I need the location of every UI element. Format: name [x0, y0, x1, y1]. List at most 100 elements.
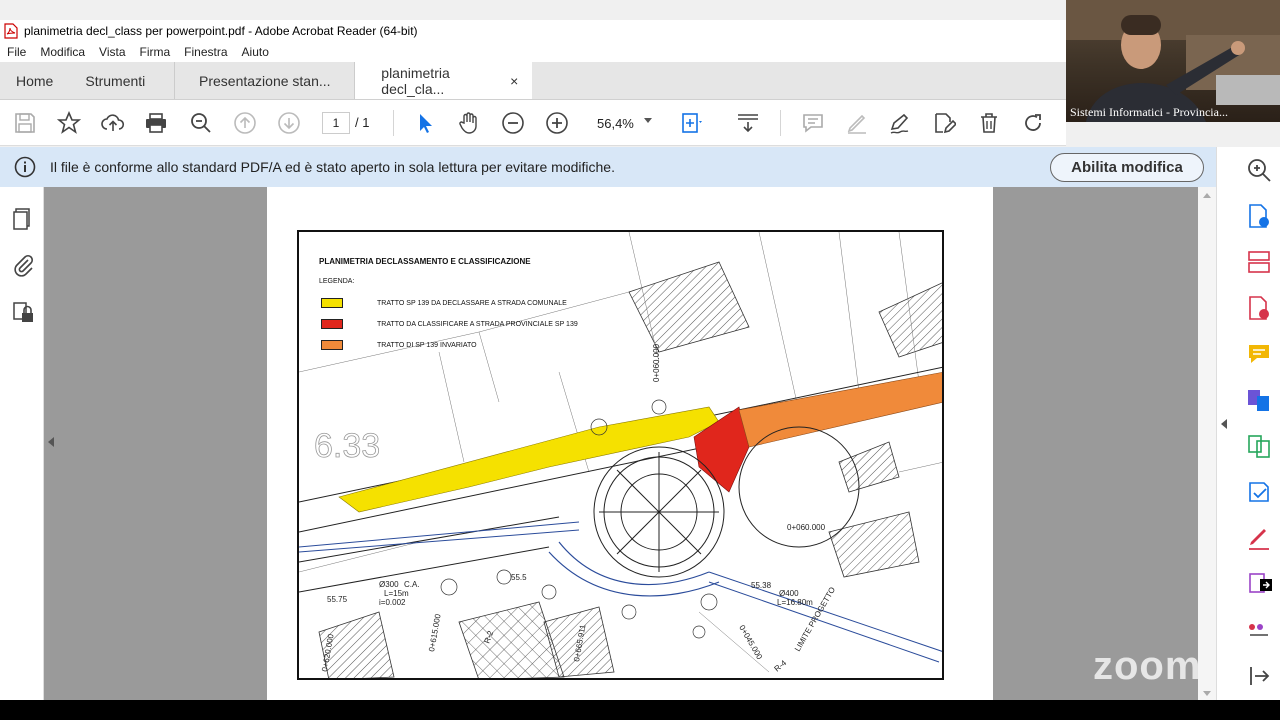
print-icon[interactable]	[144, 111, 168, 135]
organize-pages-icon[interactable]	[1246, 249, 1272, 275]
compare-files-icon[interactable]	[1246, 433, 1272, 459]
scan-ocr-icon[interactable]	[1246, 479, 1272, 505]
legend-swatch-yellow	[321, 298, 343, 308]
map-label: Ø400	[779, 589, 799, 598]
collapse-right-panel-icon[interactable]	[1221, 419, 1227, 429]
map-label: L=15m	[384, 589, 409, 598]
upload-cloud-icon[interactable]	[101, 111, 125, 135]
combine-files-icon[interactable]	[1246, 387, 1272, 413]
webcam-participant-label: Sistemi Informatici - Provincia...	[1070, 105, 1228, 119]
map-label: 0+615.000	[427, 613, 443, 653]
map-label: 0+045.000	[737, 624, 764, 662]
scroll-down-icon[interactable]	[1203, 691, 1211, 696]
zoom-search-icon[interactable]	[189, 111, 213, 135]
map-label: LIMITE PROGETTO	[793, 585, 837, 653]
vertical-scrollbar[interactable]	[1198, 187, 1216, 700]
export-pdf-icon[interactable]	[1246, 203, 1272, 229]
tab-presentazione-label: Presentazione stan...	[199, 72, 331, 89]
title-bar: planimetria decl_class per powerpoint.pd…	[0, 20, 1066, 42]
menu-vista[interactable]: Vista	[99, 45, 125, 59]
highlight-pen-icon[interactable]	[845, 111, 869, 135]
legend-orange-segment	[738, 372, 942, 448]
menu-aiuto[interactable]: Aiuto	[242, 45, 269, 59]
next-page-icon[interactable]	[277, 111, 301, 135]
menu-file[interactable]: File	[7, 45, 26, 59]
menu-modifica[interactable]: Modifica	[40, 45, 85, 59]
webcam-video-feed: Sistemi Informatici - Provincia...	[1066, 0, 1280, 122]
map-label: Ø300	[379, 580, 399, 589]
map-label: 0+060.000	[652, 343, 661, 382]
toolbar-separator	[393, 110, 394, 136]
map-label: C.A.	[404, 580, 420, 589]
tab-presentazione[interactable]: Presentazione stan...	[174, 62, 354, 99]
map-label: i=0.002	[379, 598, 406, 607]
menu-firma[interactable]: Firma	[140, 45, 171, 59]
fill-sign-icon[interactable]	[1246, 525, 1272, 551]
pdf-file-icon	[4, 23, 18, 39]
hand-pan-icon[interactable]	[457, 111, 481, 135]
security-lock-icon[interactable]	[11, 301, 35, 325]
draw-sign-icon[interactable]	[888, 111, 912, 135]
building-hatch	[878, 282, 942, 358]
pdf-page: 6.33 55.75 55.5 55.38 0+060.000 C.A. Ø30…	[267, 187, 993, 700]
redo-icon[interactable]	[1021, 111, 1045, 135]
search-zoom-icon[interactable]	[1246, 157, 1272, 183]
map-label: 55.38	[751, 581, 772, 590]
tab-planimetria[interactable]: planimetria decl_cla... ×	[354, 62, 533, 99]
map-labels: 55.75 55.5 55.38 0+060.000 C.A. Ø300 L=1…	[320, 343, 837, 673]
building-hatch	[628, 261, 750, 353]
scroll-up-icon[interactable]	[1203, 193, 1211, 198]
toolbar: 1 / 1 56,4%	[0, 100, 1066, 146]
project-curves	[548, 541, 720, 597]
zoom-in-icon[interactable]	[545, 111, 569, 135]
window-title: planimetria decl_class per powerpoint.pd…	[24, 24, 418, 38]
building-crosshatch	[458, 601, 565, 678]
map-label: 0+060.000	[787, 523, 826, 532]
comment-tool-icon[interactable]	[1246, 341, 1272, 367]
attachment-paperclip-icon[interactable]	[11, 253, 35, 277]
save-icon[interactable]	[13, 111, 37, 135]
info-icon	[14, 156, 36, 178]
zoom-level-select[interactable]: 56,4%	[586, 111, 660, 135]
scroll-mode-icon[interactable]	[736, 111, 760, 135]
tool-dots-icon[interactable]	[1246, 617, 1272, 643]
prev-page-icon[interactable]	[233, 111, 257, 135]
tab-tools[interactable]: Strumenti	[69, 62, 161, 99]
edit-pdf-icon[interactable]	[932, 111, 956, 135]
legend-text: TRATTO DA CLASSIFICARE A STRADA PROVINCI…	[377, 320, 578, 328]
left-navigation-panel	[0, 187, 44, 700]
legend-yellow-segment	[338, 406, 720, 513]
map-label: 55.75	[327, 595, 348, 604]
map-label: 55.5	[511, 573, 527, 582]
menu-finestra[interactable]: Finestra	[184, 45, 227, 59]
map-label: R-4	[773, 658, 789, 674]
collapse-left-panel-icon[interactable]	[48, 437, 54, 447]
legend-row: TRATTO DA CLASSIFICARE A STRADA PROVINCI…	[321, 319, 578, 329]
close-tab-icon[interactable]: ×	[510, 73, 518, 89]
comment-icon[interactable]	[801, 111, 825, 135]
legend-row: TRATTO SP 139 DA DECLASSARE A STRADA COM…	[321, 298, 567, 308]
legend-row: TRATTO DI SP 139 INVARIATO	[321, 340, 477, 350]
webcam-scene	[1066, 0, 1280, 122]
legend-swatch-red	[321, 319, 343, 329]
right-tools-panel	[1216, 147, 1280, 700]
enable-editing-button[interactable]: Abilita modifica	[1050, 153, 1204, 182]
tab-home[interactable]: Home	[0, 62, 69, 99]
zoom-level-value: 56,4%	[597, 115, 634, 131]
star-bookmark-icon[interactable]	[57, 111, 81, 135]
page-number-input[interactable]: 1	[322, 112, 350, 134]
more-tools-icon[interactable]	[1246, 571, 1272, 597]
trash-icon[interactable]	[977, 111, 1001, 135]
site-plan-drawing: 6.33 55.75 55.5 55.38 0+060.000 C.A. Ø30…	[297, 230, 944, 680]
map-legend: PLANIMETRIA DECLASSAMENTO E CLASSIFICAZI…	[319, 257, 531, 285]
fit-page-icon[interactable]	[680, 111, 704, 135]
document-viewport[interactable]: 6.33 55.75 55.5 55.38 0+060.000 C.A. Ø30…	[44, 187, 1198, 700]
zoom-out-icon[interactable]	[501, 111, 525, 135]
map-title: PLANIMETRIA DECLASSAMENTO E CLASSIFICAZI…	[319, 257, 531, 266]
bottom-black-bar	[0, 700, 1280, 720]
toolbar-separator	[780, 110, 781, 136]
pages-thumbnails-icon[interactable]	[11, 207, 35, 231]
select-cursor-icon[interactable]	[413, 111, 437, 135]
sidebar-exit-icon[interactable]	[1246, 663, 1272, 689]
create-pdf-icon[interactable]	[1246, 295, 1272, 321]
